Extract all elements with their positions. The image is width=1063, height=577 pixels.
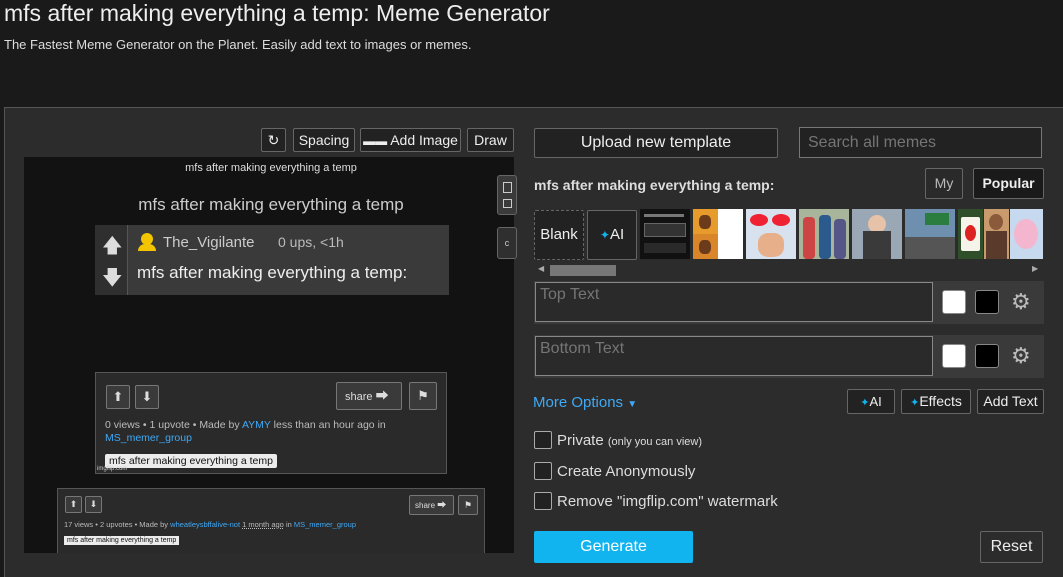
page-title: mfs after making everything a temp: Meme… bbox=[4, 0, 550, 26]
generate-button[interactable]: Generate bbox=[534, 531, 693, 563]
share-button[interactable]: share ⮕ bbox=[336, 382, 402, 410]
side-copy-button[interactable]: c bbox=[497, 227, 517, 259]
rotate-button[interactable]: ↻ bbox=[261, 128, 286, 152]
effects-button[interactable]: ✦Effects bbox=[901, 389, 971, 414]
bottom-text-color-white[interactable] bbox=[942, 344, 966, 368]
downvote-button[interactable]: ⬇ bbox=[85, 496, 102, 513]
flag-button[interactable]: ⚑ bbox=[458, 495, 478, 515]
meme-tag[interactable]: mfs after making everything a temp bbox=[64, 536, 180, 545]
template-thumb-distracted[interactable] bbox=[799, 209, 849, 259]
meme-card-2: ⬆ ⬇ share ⮕ ⚑ 17 views • 2 upvotes • Mad… bbox=[57, 488, 485, 553]
template-title: mfs after making everything a temp: bbox=[534, 177, 775, 193]
rotate-icon: ↻ bbox=[267, 132, 280, 148]
meme-card-1: ⬆ ⬇ share ⮕ ⚑ 0 views • 1 upvote • Made … bbox=[95, 372, 447, 474]
anonymous-checkbox[interactable] bbox=[534, 462, 552, 480]
bottom-text-color-black[interactable] bbox=[975, 344, 999, 368]
post-username: The_Vigilante bbox=[163, 234, 255, 251]
embedded-post: 🡅 🡇 The_Vigilante 0 ups, <1h mfs after m… bbox=[95, 225, 449, 295]
glasses-icon: ▬▬ bbox=[363, 134, 388, 148]
private-label[interactable]: Private (only you can view) bbox=[557, 432, 702, 449]
private-checkbox[interactable] bbox=[534, 431, 552, 449]
gear-icon[interactable]: ⚙ bbox=[1011, 289, 1031, 315]
spacing-button[interactable]: Spacing bbox=[293, 128, 355, 152]
template-thumb-bernie[interactable] bbox=[852, 209, 902, 259]
template-thumb-screenshot[interactable] bbox=[640, 209, 690, 259]
watermark: imgflip.com bbox=[97, 466, 128, 472]
scroll-right-icon[interactable]: ▶ bbox=[1032, 264, 1038, 273]
flag-button[interactable]: ⚑ bbox=[409, 382, 437, 410]
side-panel-handle[interactable] bbox=[497, 175, 517, 215]
flag-icon: ⚑ bbox=[463, 500, 473, 510]
author-link[interactable]: wheatleysbffalive-not bbox=[170, 520, 240, 529]
search-memes-input[interactable] bbox=[799, 127, 1042, 158]
share-icon: ⮕ bbox=[437, 500, 447, 510]
flag-icon: ⚑ bbox=[417, 388, 429, 403]
template-thumb-drake[interactable] bbox=[693, 209, 743, 259]
group-link[interactable]: MS_memer_group bbox=[105, 432, 192, 444]
sparkle-icon: ✦ bbox=[910, 397, 920, 409]
draw-button[interactable]: Draw bbox=[467, 128, 514, 152]
template-thumb-buttons[interactable] bbox=[746, 209, 796, 259]
upload-template-button[interactable]: Upload new template bbox=[534, 128, 778, 158]
top-text-input[interactable] bbox=[535, 282, 933, 322]
tab-popular[interactable]: Popular bbox=[973, 168, 1044, 199]
group-link[interactable]: MS_memer_group bbox=[294, 520, 356, 529]
preview-caption-large: mfs after making everything a temp bbox=[138, 195, 404, 214]
reset-button[interactable]: Reset bbox=[980, 531, 1043, 563]
meme-tag[interactable]: mfs after making everything a temp bbox=[105, 454, 277, 468]
share-icon: ⮕ bbox=[375, 388, 389, 403]
ai-template-button[interactable]: ✦AI bbox=[587, 210, 637, 260]
preview-caption-small: mfs after making everything a temp bbox=[185, 162, 357, 174]
caret-down-icon: ▼ bbox=[627, 399, 638, 410]
post-text: mfs after making everything a temp: bbox=[137, 263, 408, 282]
add-text-button[interactable]: Add Text bbox=[977, 389, 1044, 414]
remove-watermark-checkbox[interactable] bbox=[534, 492, 552, 510]
top-text-color-white[interactable] bbox=[942, 290, 966, 314]
card1-stats: 0 views • 1 upvote • Made by AYMY less t… bbox=[105, 419, 386, 444]
share-button[interactable]: share ⮕ bbox=[409, 495, 454, 515]
avatar-icon bbox=[138, 233, 156, 251]
downvote-arrow-icon: 🡇 bbox=[102, 267, 123, 289]
anonymous-label[interactable]: Create Anonymously bbox=[557, 463, 695, 480]
meme-preview[interactable]: mfs after making everything a temp mfs a… bbox=[24, 157, 514, 553]
upvote-button[interactable]: ⬆ bbox=[106, 385, 130, 409]
downvote-button[interactable]: ⬇ bbox=[135, 385, 159, 409]
card2-stats: 17 views • 2 upvotes • Made by wheatleys… bbox=[64, 520, 356, 529]
sparkle-icon: ✦ bbox=[599, 228, 610, 242]
more-options-link[interactable]: More Options ▼ bbox=[533, 394, 637, 411]
scroll-left-icon[interactable]: ◀ bbox=[538, 264, 544, 273]
scrollbar-thumb[interactable] bbox=[550, 265, 616, 276]
upvote-arrow-icon: 🡅 bbox=[102, 235, 123, 257]
template-thumb-guy[interactable] bbox=[984, 209, 1009, 259]
template-scrollbar[interactable]: ◀ ▶ bbox=[534, 263, 1044, 277]
page-subtitle: The Fastest Meme Generator on the Planet… bbox=[4, 37, 472, 52]
upvote-button[interactable]: ⬆ bbox=[65, 496, 82, 513]
remove-watermark-label[interactable]: Remove "imgflip.com" watermark bbox=[557, 493, 778, 510]
bottom-text-input[interactable] bbox=[535, 336, 933, 376]
tab-my[interactable]: My bbox=[925, 168, 963, 199]
ai-text-button[interactable]: ✦AI bbox=[847, 389, 895, 414]
blank-template-button[interactable]: Blank bbox=[534, 210, 584, 260]
author-link[interactable]: AYMY bbox=[242, 419, 271, 431]
template-thumb-road[interactable] bbox=[905, 209, 955, 259]
top-text-color-black[interactable] bbox=[975, 290, 999, 314]
template-thumb-uno[interactable] bbox=[958, 209, 983, 259]
template-thumb-cartoon[interactable] bbox=[1010, 209, 1043, 259]
post-meta: 0 ups, <1h bbox=[278, 234, 344, 250]
add-image-button[interactable]: ▬▬ Add Image bbox=[360, 128, 461, 152]
gear-icon[interactable]: ⚙ bbox=[1011, 343, 1031, 369]
